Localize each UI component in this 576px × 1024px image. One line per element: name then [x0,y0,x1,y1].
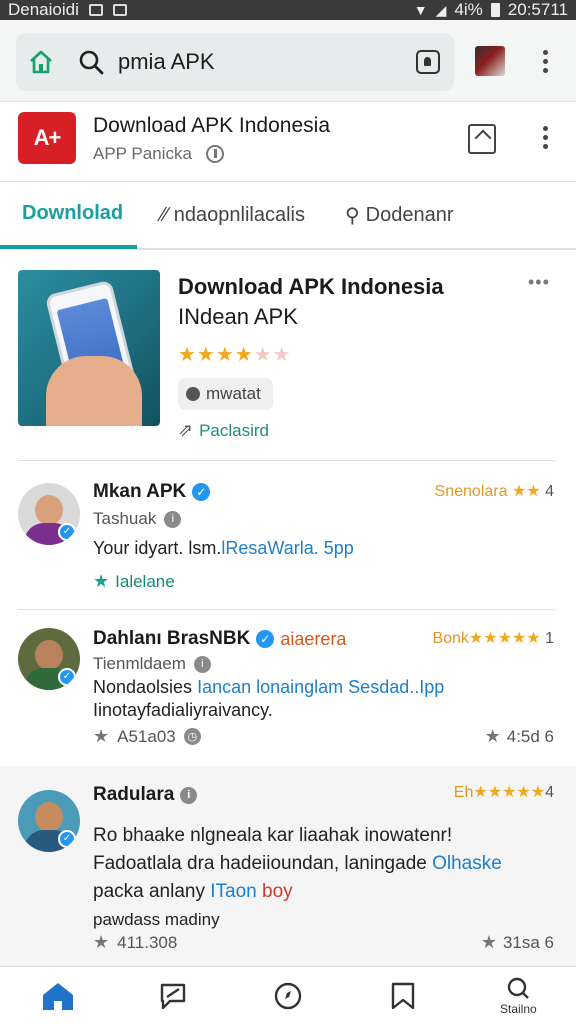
wifi-icon: ▼ [413,2,428,18]
tab-download[interactable]: Downlolad [0,181,138,249]
reviewer-handle: Tashuak i [93,509,182,529]
reviewer-name[interactable]: Mkan APK ✓ [93,481,211,503]
tab-switch-icon[interactable] [416,50,440,74]
review-text: Ro bhaake nlgneala kar liaahak inowatenr… [93,825,502,929]
avatar[interactable]: ✓ [18,628,80,690]
app-subtitle: APP Panicka [93,144,224,164]
app-menu-icon[interactable] [541,126,549,152]
battery-level: 4i% [454,0,483,19]
bookmark-icon [391,982,415,1009]
info-icon: i [193,655,211,673]
app-title: Download APK Indonesia [93,114,330,137]
star-icon: ★ [93,571,110,591]
featured-link-label: Paclasird [199,420,270,440]
nav-settings-label: Stailno [499,1001,537,1016]
hand-illustration [46,356,142,426]
notification-icon [88,4,103,16]
location-icon [186,387,200,401]
search-tab-icon: ⚲ [345,204,360,227]
star-icon: ★ [484,726,501,746]
home-icon [42,982,73,1010]
featured-app-card[interactable]: Download APK Indonesia INdean APK ★★★★★★… [0,250,576,460]
review-likes[interactable]: ★ A51a03 ◷ [93,726,201,747]
review-text: Nondaolsies Iancan lonainglam Sesdad..Ip… [93,677,445,720]
featured-share-link[interactable]: ⇗ Paclasird [178,420,269,441]
review-stats: ★ 31sa 6 [480,932,554,952]
reviewer-name[interactable]: Dahlanı BrasNBK ✓ aiaerera [93,628,346,650]
featured-more-icon[interactable]: ••• [528,272,550,293]
clock: 20:5711 [507,0,568,19]
review-text: Your idyart. lsm.lResaWarla. 5pp [93,538,354,558]
star-icon: ★★★★ [178,344,254,366]
featured-app-image [18,270,160,426]
home-icon[interactable] [28,49,54,75]
review-action[interactable]: ★ Ialelane [93,571,175,592]
app-header: A+ Download APK Indonesia APP Panicka [0,102,576,182]
avatar[interactable]: ✓ [18,790,80,852]
bookmark-icon[interactable] [468,124,496,154]
verified-badge-icon: ✓ [58,523,76,541]
review-item: ✓ Mkan APK ✓ Snenolara ★★ 4 Tashuak i Yo… [0,461,576,609]
review-rating: Eh★★★★★4 [453,784,554,801]
tab-applications-label: ndaopnlilacalis [173,203,305,226]
nav-chat[interactable] [138,967,208,1024]
clock-icon: ◷ [183,728,201,745]
app-logo: A+ [18,112,76,164]
verified-icon: ✓ [192,483,211,501]
star-icon: ★ [93,726,110,746]
featured-chip-label: mwatat [206,384,261,403]
review-item: ✓ Radulara i Eh★★★★★4 Ro bhaake nlgneala… [0,766,576,966]
featured-title: Download APK Indonesia [178,274,444,299]
overflow-menu-icon[interactable] [541,50,549,76]
tab-search-label: Dodenanr [365,203,454,226]
url-text[interactable]: pmia APK [118,49,215,75]
apps-icon: ⁄∕ [161,203,168,226]
tab-applications[interactable]: ⁄∕ ndaopnlilacalis [137,181,305,249]
search-icon [78,49,104,75]
tab-bar: Downlolad ⁄∕ ndaopnlilacalis ⚲ Dodenanr [0,182,576,250]
featured-subtitle: INdean APK [178,304,298,329]
app-developer: APP Panicka [93,144,192,163]
info-icon: i [164,510,182,528]
star-icon: ★ [480,932,497,952]
nav-explore[interactable] [253,967,323,1024]
share-icon: ⇗ [178,420,194,440]
info-icon[interactable] [205,145,224,163]
verified-badge-icon: ✓ [58,668,76,686]
review-rating: Bonk★★★★★ 1 [432,630,554,647]
verified-icon: ✓ [256,630,275,648]
compass-icon [274,982,302,1009]
nav-home[interactable] [23,967,93,1024]
verified-badge-icon: ✓ [58,830,76,848]
avatar[interactable]: ✓ [18,483,80,545]
browser-toolbar: pmia APK [0,20,576,102]
review-stats: ★ 4:5d 6 [484,726,554,746]
address-bar[interactable]: pmia APK [16,33,454,91]
profile-avatar[interactable] [475,46,505,76]
star-icon: ★ [93,932,110,952]
settings-icon [508,977,530,999]
star-empty-icon: ★★ [253,344,292,366]
review-item: ✓ Dahlanı BrasNBK ✓ aiaerera Bonk★★★★★ 1… [0,610,576,766]
nav-settings[interactable]: Stailno [483,967,553,1024]
featured-chip[interactable]: mwatat [178,378,273,410]
review-likes[interactable]: ★ 411.308 [93,932,177,953]
carrier-label: Denaioidi [8,0,79,19]
bottom-navigation: Stailno [0,966,576,1024]
notification-icon-2 [112,4,127,16]
tab-download-label: Downlolad [22,201,124,224]
reviewer-name[interactable]: Radulara i [93,784,198,806]
info-icon: i [180,786,198,804]
status-bar: Denaioidi ▼ ◢ 4i% 20:5711 [0,0,576,20]
battery-icon [490,3,500,17]
reviewer-handle: Tienmldaem i [93,654,211,674]
signal-icon: ◢ [435,1,447,18]
tab-search[interactable]: ⚲ Dodenanr [305,181,454,249]
review-rating: Snenolara ★★ 4 [434,483,554,500]
chat-icon [160,983,185,1009]
featured-rating: ★★★★★★ [178,342,292,367]
nav-bookmarks[interactable] [368,967,438,1024]
